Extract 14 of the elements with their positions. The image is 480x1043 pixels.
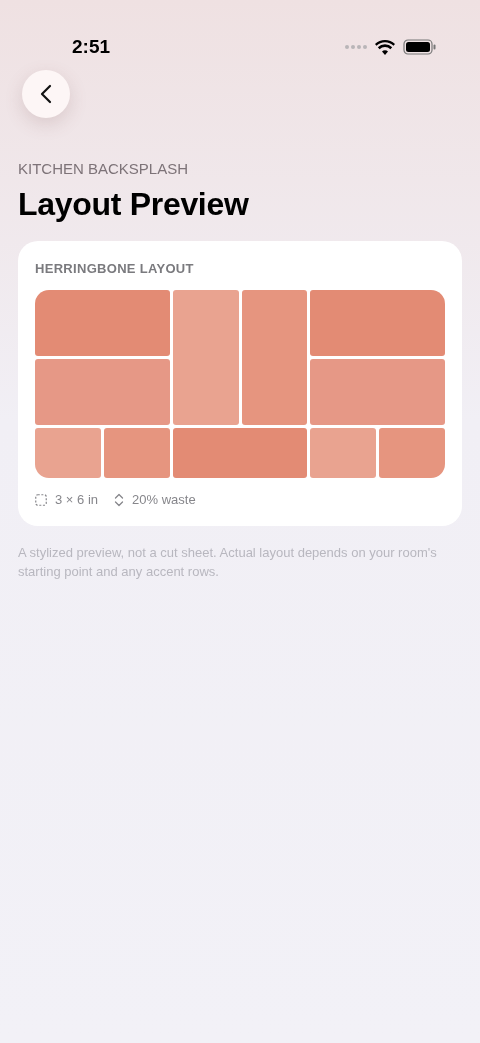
footnote: A stylized preview, not a cut sheet. Actual layout depends on your room's starting point and any accent rows. — [18, 543, 438, 581]
status-time: 2:51 — [72, 34, 111, 59]
back-icon — [40, 84, 52, 104]
size-icon — [35, 494, 47, 507]
page-subtitle: KITCHEN BACKSPLASH — [18, 159, 190, 179]
page-title: Layout Preview — [18, 184, 250, 223]
meta-text: 20% waste — [132, 491, 196, 510]
meta-text: 3 × 6 in — [55, 491, 98, 510]
chevron-up-down-icon — [114, 493, 124, 508]
wifi-icon — [375, 39, 395, 55]
card-title: HERRINGBONE LAYOUT — [35, 259, 195, 278]
signal-icon — [345, 45, 367, 49]
battery-icon — [403, 39, 436, 55]
back-button[interactable] — [22, 70, 70, 118]
